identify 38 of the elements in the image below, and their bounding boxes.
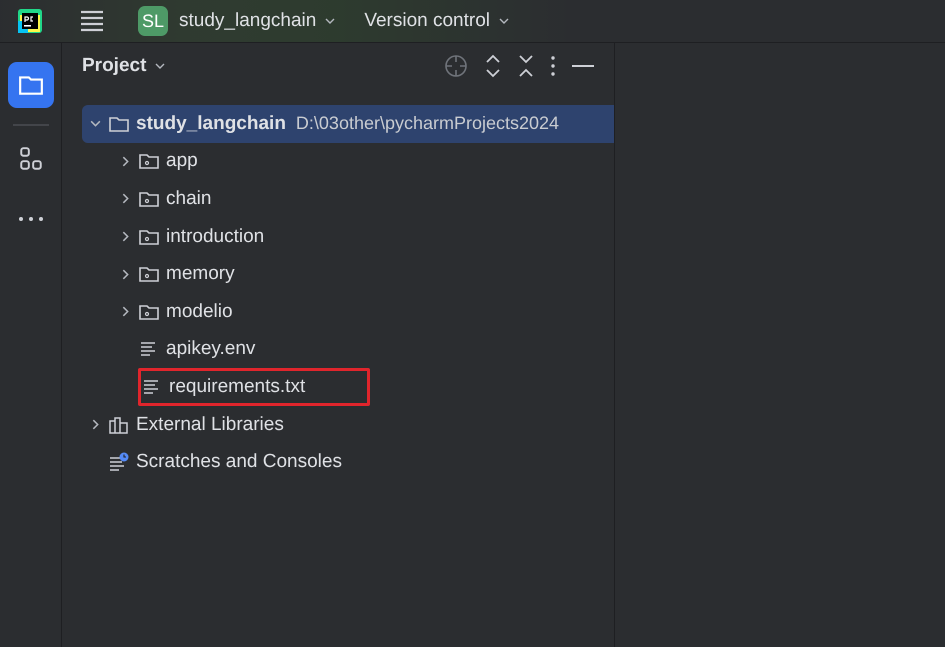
tree-row[interactable]: apikey.env xyxy=(82,330,614,368)
tree-row[interactable]: app xyxy=(82,142,614,180)
item-name: study_langchain xyxy=(136,112,286,135)
project-name[interactable]: study_langchain xyxy=(179,10,316,32)
target-icon[interactable] xyxy=(444,54,468,78)
item-name: apikey.env xyxy=(166,338,256,360)
menu-icon[interactable] xyxy=(80,10,104,32)
tree-row[interactable]: study_langchain D:\03other\pycharmProjects2024 xyxy=(82,105,614,143)
expand-all-icon[interactable] xyxy=(485,54,501,78)
options-icon[interactable] xyxy=(551,56,555,76)
tree-row[interactable]: chain xyxy=(82,180,614,218)
item-name: External Libraries xyxy=(136,414,284,436)
item-name: Scratches and Consoles xyxy=(136,451,342,474)
folder-icon xyxy=(138,264,160,284)
app-logo[interactable] xyxy=(18,9,42,33)
library-icon xyxy=(108,414,130,435)
item-name: memory xyxy=(166,263,235,286)
collapse-all-icon[interactable] xyxy=(518,54,534,78)
tree-row[interactable]: introduction xyxy=(82,218,614,256)
item-name: introduction xyxy=(166,226,264,248)
folder-icon xyxy=(138,151,160,172)
minimize-icon[interactable] xyxy=(572,64,594,68)
item-name: app xyxy=(166,150,198,172)
tree-row[interactable]: External Libraries xyxy=(82,406,614,444)
more-icon xyxy=(18,216,44,222)
tree-row[interactable]: modelio xyxy=(82,292,614,331)
scratches-icon xyxy=(108,452,130,472)
structure-icon xyxy=(18,146,44,172)
item-name: chain xyxy=(166,188,212,210)
version-control-menu[interactable]: Version control xyxy=(364,10,490,32)
item-name: modelio xyxy=(166,300,233,323)
panel-title[interactable]: Project xyxy=(82,55,146,77)
tree-row[interactable]: Scratches and Consoles xyxy=(82,443,614,481)
toolbar-button[interactable] xyxy=(8,62,54,108)
tree-row[interactable]: memory xyxy=(82,255,614,293)
project-path: D:\03other\pycharmProjects2024 xyxy=(296,113,560,134)
item-name: requirements.txt xyxy=(169,376,306,398)
tree-row[interactable]: requirements.txt xyxy=(82,368,614,406)
